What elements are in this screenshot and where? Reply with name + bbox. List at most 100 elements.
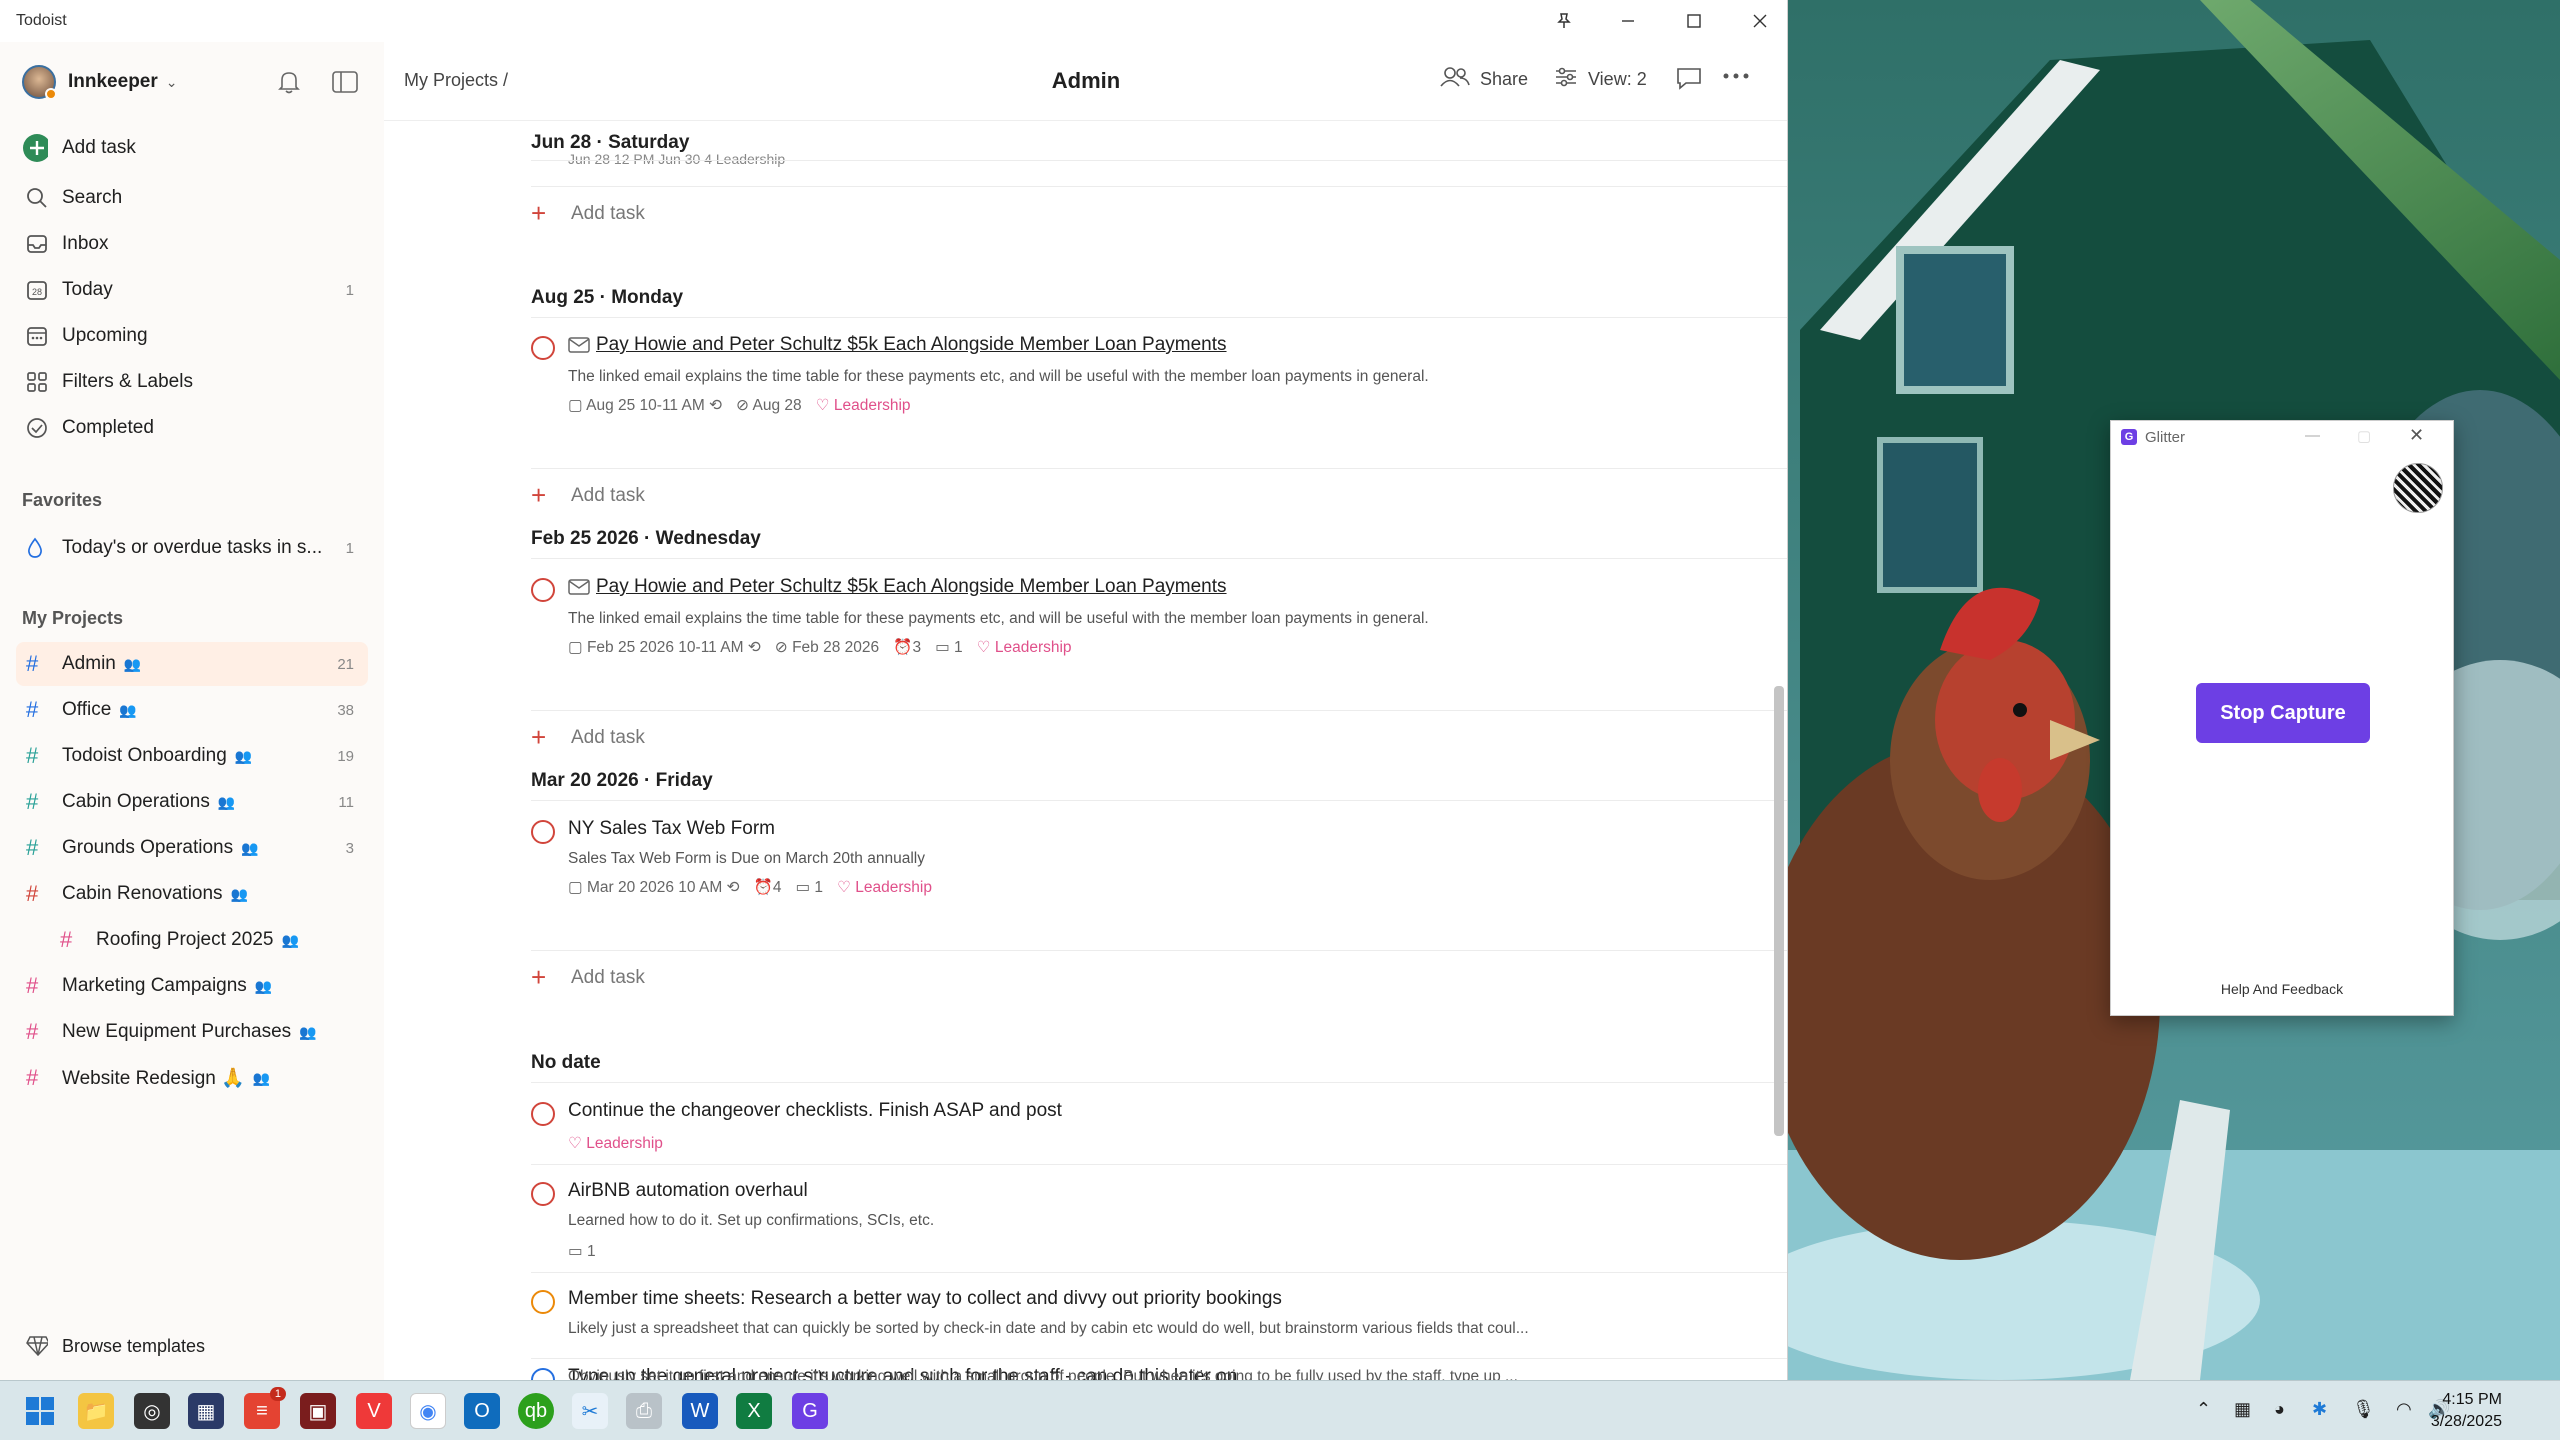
task-item[interactable]: Pay Howie and Peter Schultz $5k Each Alo… xyxy=(531,328,1787,468)
minimize-button[interactable]: — xyxy=(2305,427,2320,444)
sidebar-item-favorite-filter[interactable]: Today's or overdue tasks in s... 1 xyxy=(16,526,368,570)
task-item[interactable]: AirBNB automation overhaul Learned how t… xyxy=(531,1174,1787,1270)
sliders-icon xyxy=(1554,66,1578,93)
sidebar-item-project-cabin-renovations[interactable]: # Cabin Renovations 👥 xyxy=(16,872,368,916)
chrome-icon[interactable]: ◉ xyxy=(410,1393,446,1429)
comment-icon: ▭ xyxy=(935,639,955,656)
pin-icon[interactable] xyxy=(1532,0,1596,42)
task-checkbox[interactable] xyxy=(531,820,555,844)
sidebar-item-search[interactable]: Search xyxy=(16,176,368,220)
sidebar-item-project-todoist-onboarding[interactable]: # Todoist Onboarding 👥 19 xyxy=(16,734,368,778)
sidebar-item-filters-labels[interactable]: Filters & Labels xyxy=(16,360,368,404)
sidebar-item-completed[interactable]: Completed xyxy=(16,406,368,450)
outlook-icon[interactable]: O xyxy=(464,1393,500,1429)
stop-capture-button[interactable]: Stop Capture xyxy=(2196,683,2370,743)
sidebar-item-project-new-equipment[interactable]: # New Equipment Purchases 👥 xyxy=(16,1010,368,1054)
label-meta[interactable]: ♡ Leadership xyxy=(816,396,911,415)
sidebar-item-project-cabin-operations[interactable]: # Cabin Operations 👥 11 xyxy=(16,780,368,824)
add-task-button[interactable]: Add task xyxy=(16,126,368,170)
task-checkbox[interactable] xyxy=(531,578,555,602)
task-title[interactable]: Member time sheets: Research a better wa… xyxy=(568,1288,1282,1310)
sidebar-item-project-website-redesign[interactable]: # Website Redesign 🙏 👥 xyxy=(16,1056,368,1100)
chevron-up-icon[interactable]: ⌃ xyxy=(2196,1399,2211,1420)
sidebar-item-project-marketing-campaigns[interactable]: # Marketing Campaigns 👥 xyxy=(16,964,368,1008)
vivaldi-icon[interactable]: V xyxy=(356,1393,392,1429)
word-icon[interactable]: W xyxy=(682,1393,718,1429)
close-button[interactable] xyxy=(1728,0,1787,42)
minimize-button[interactable] xyxy=(1596,0,1660,42)
maximize-button[interactable]: ▢ xyxy=(2357,427,2371,445)
tray-app-icon[interactable]: ◕ xyxy=(2274,1399,2285,1420)
glitter-avatar[interactable] xyxy=(2393,463,2443,513)
sidebar-item-inbox[interactable]: Inbox xyxy=(16,222,368,266)
task-title[interactable]: NY Sales Tax Web Form xyxy=(568,818,775,840)
snipping-tool-icon[interactable]: ✂ xyxy=(572,1393,608,1429)
task-title[interactable]: AirBNB automation overhaul xyxy=(568,1180,808,1202)
sidebar-item-project-admin[interactable]: # Admin 👥 21 xyxy=(16,642,368,686)
task-checkbox[interactable] xyxy=(531,1102,555,1126)
label-meta[interactable]: ♡ Leadership xyxy=(977,638,1072,657)
bluetooth-icon[interactable]: ✱ xyxy=(2312,1399,2327,1420)
help-feedback-link[interactable]: Help And Feedback xyxy=(2111,981,2453,997)
sidebar-item-count: 38 xyxy=(337,701,354,719)
system-clock[interactable]: 4:15 PM 3/28/2025 xyxy=(2431,1389,2502,1433)
todoist-taskbar-icon[interactable]: ≡ 1 xyxy=(244,1387,286,1429)
task-title[interactable]: Pay Howie and Peter Schultz $5k Each Alo… xyxy=(596,576,1227,598)
my-projects-heading[interactable]: My Projects xyxy=(22,608,123,629)
task-item[interactable]: NY Sales Tax Web Form Sales Tax Web Form… xyxy=(531,812,1787,952)
add-task-button[interactable]: + Add task xyxy=(531,962,645,993)
microphone-icon[interactable]: 🎙 xyxy=(2352,1399,2375,1420)
sidebar-item-upcoming[interactable]: Upcoming xyxy=(16,314,368,358)
view-button[interactable]: View: 2 xyxy=(1554,66,1647,93)
sidebar-item-project-office[interactable]: # Office 👥 38 xyxy=(16,688,368,732)
tray-app-icon[interactable]: ▦ xyxy=(2234,1399,2251,1420)
task-date: Aug 25 10-11 AM xyxy=(586,397,705,414)
user-menu[interactable]: Innkeeper ⌄ xyxy=(16,60,368,104)
scrollbar[interactable] xyxy=(1774,686,1784,1136)
task-checkbox[interactable] xyxy=(531,1182,555,1206)
glitter-taskbar-icon[interactable]: G xyxy=(792,1393,828,1429)
task-checkbox[interactable] xyxy=(531,1290,555,1314)
bell-icon[interactable] xyxy=(278,70,300,100)
task-title[interactable]: Continue the changeover checklists. Fini… xyxy=(568,1100,1062,1122)
shared-people-icon: 👥 xyxy=(230,885,248,902)
app-icon[interactable]: ▣ xyxy=(300,1393,336,1429)
sidebar-item-project-roofing-2025[interactable]: # Roofing Project 2025 👥 xyxy=(50,918,368,962)
task-date: Mar 20 2026 10 AM xyxy=(586,879,723,896)
sidebar-item-today[interactable]: 28 Today 1 xyxy=(16,268,368,312)
sidebar-item-project-grounds-operations[interactable]: # Grounds Operations 👥 3 xyxy=(16,826,368,870)
divider xyxy=(531,1272,1787,1273)
sidebar-toggle-icon[interactable] xyxy=(332,70,358,100)
file-explorer-icon[interactable]: 📁 xyxy=(78,1393,114,1429)
share-button[interactable]: Share xyxy=(1440,66,1528,93)
more-options-button[interactable] xyxy=(1722,66,1750,91)
comments-meta: ▭ 1 xyxy=(795,878,823,897)
favorites-heading[interactable]: Favorites xyxy=(22,490,102,511)
printer-icon[interactable]: ⎙ xyxy=(626,1393,662,1429)
app-icon[interactable]: ▦ xyxy=(188,1393,224,1429)
task-title[interactable]: Pay Howie and Peter Schultz $5k Each Alo… xyxy=(596,334,1227,356)
tag-icon: ♡ xyxy=(837,879,856,896)
excel-icon[interactable]: X xyxy=(736,1393,772,1429)
taskbar: 📁 ◎ ▦ ≡ 1 ▣ V ◉ O qb ✂ ⎙ W X G ⌃ ▦ ◕ ✱ 🎙… xyxy=(0,1380,2560,1440)
calendar-today-icon: 28 xyxy=(16,279,48,301)
task-label: Leadership xyxy=(586,1135,663,1152)
quickbooks-icon[interactable]: qb xyxy=(518,1393,554,1429)
task-item[interactable]: Continue the changeover checklists. Fini… xyxy=(531,1094,1787,1162)
maximize-button[interactable] xyxy=(1662,0,1726,42)
close-button[interactable]: ✕ xyxy=(2409,425,2424,446)
browse-templates-link[interactable]: Browse templates xyxy=(16,1324,368,1368)
windows-start-icon[interactable] xyxy=(22,1393,58,1429)
wifi-icon[interactable]: ◠ xyxy=(2396,1399,2412,1420)
shared-people-icon: 👥 xyxy=(299,1023,317,1040)
label-meta[interactable]: ♡ Leadership xyxy=(837,878,932,897)
task-item[interactable]: Pay Howie and Peter Schultz $5k Each Alo… xyxy=(531,570,1787,710)
app-icon[interactable]: ◎ xyxy=(134,1393,170,1429)
comments-button[interactable] xyxy=(1676,66,1702,95)
label-meta[interactable]: ♡ Leadership xyxy=(568,1134,663,1153)
add-task-button[interactable]: + Add task xyxy=(531,722,645,753)
task-checkbox[interactable] xyxy=(531,336,555,360)
add-task-label: Add task xyxy=(571,202,645,224)
add-task-button[interactable]: + Add task xyxy=(531,198,645,229)
add-task-button[interactable]: + Add task xyxy=(531,480,645,511)
